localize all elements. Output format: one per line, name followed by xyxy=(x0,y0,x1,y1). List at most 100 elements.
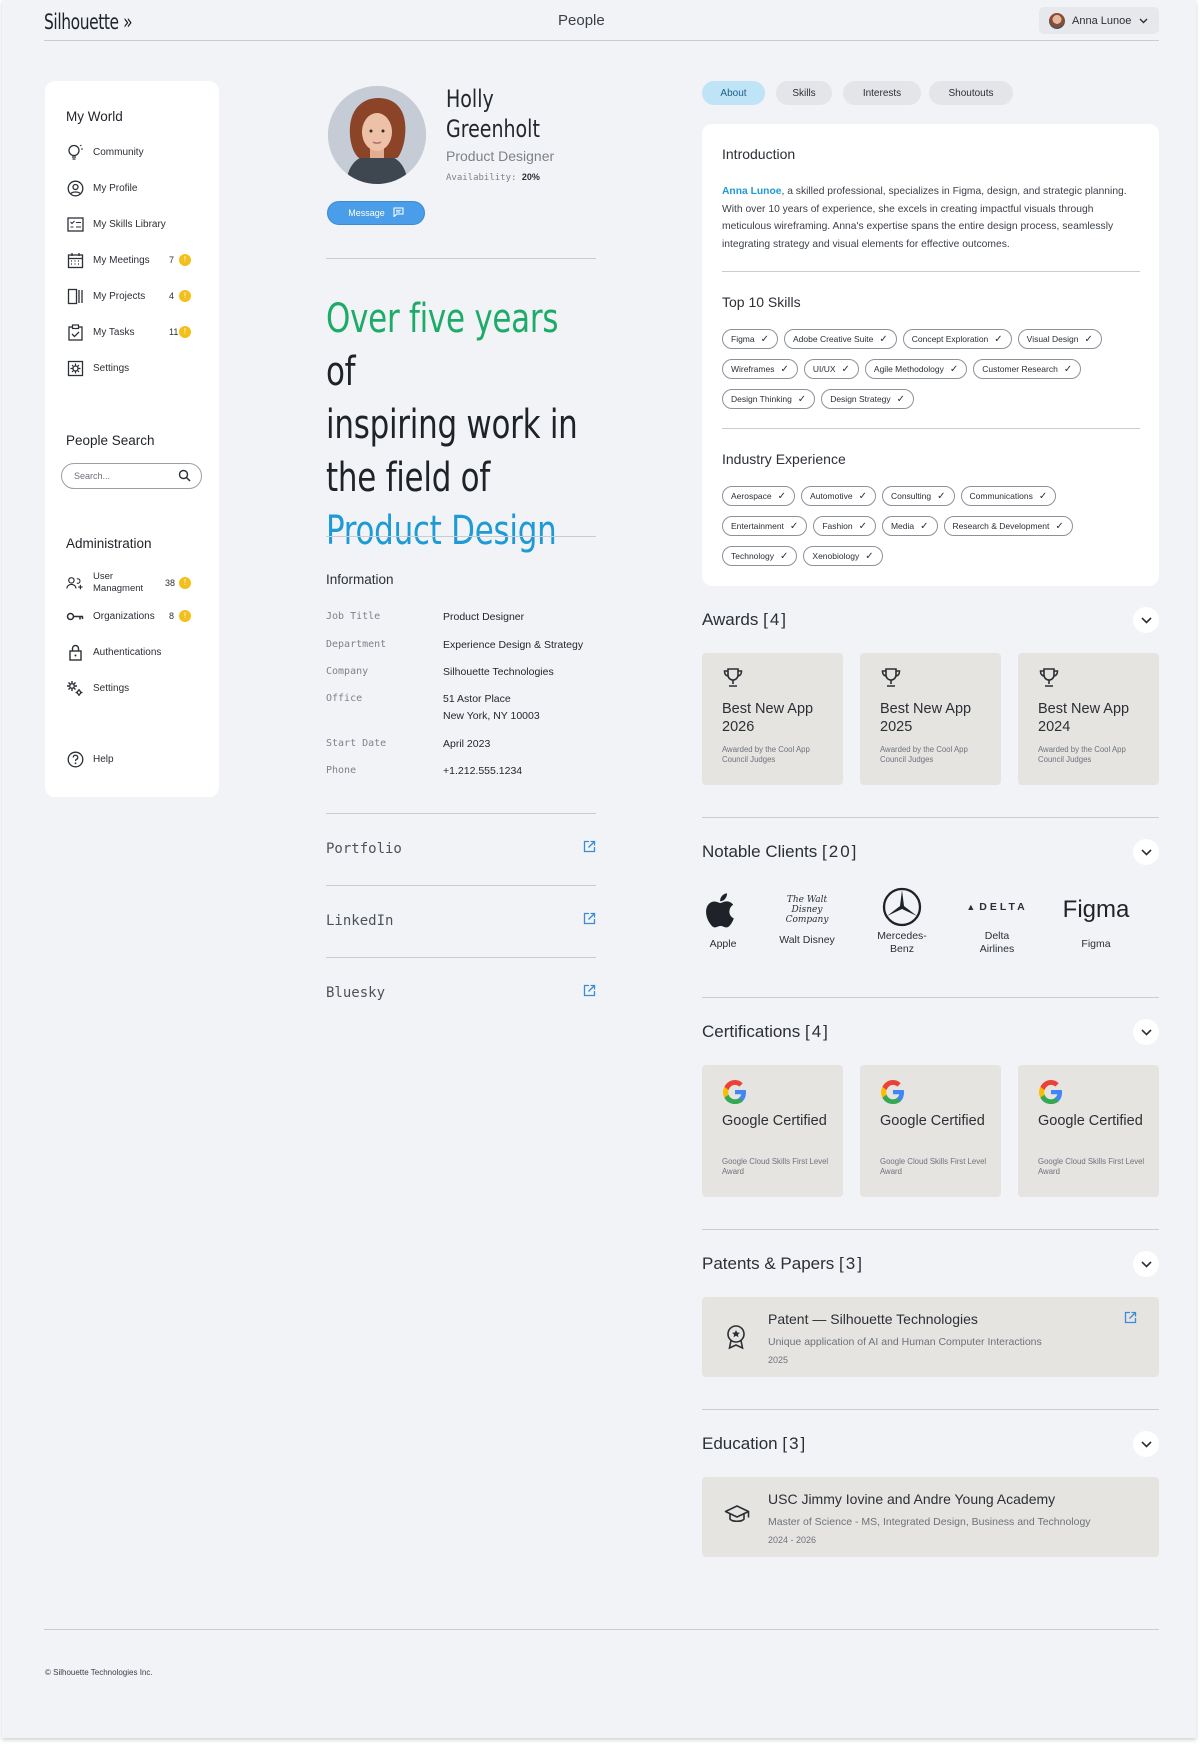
brand-logo[interactable]: Silhouette » xyxy=(44,10,133,34)
sidebar-item-label: My Projects xyxy=(93,290,146,302)
check-icon: ✓ xyxy=(858,490,867,502)
info-row-job-title: Job Title Product Designer xyxy=(326,611,596,626)
linkedin-link[interactable]: LinkedIn xyxy=(326,912,596,930)
external-link-icon[interactable] xyxy=(1124,1311,1137,1329)
sidebar-item-label: My Tasks xyxy=(93,326,135,338)
industry-tag[interactable]: Consulting ✓ xyxy=(881,486,955,506)
client-name: Figma xyxy=(1081,938,1111,950)
award-title: Best New App 2026 xyxy=(722,701,814,735)
skill-tag[interactable]: Agile Methodology ✓ xyxy=(864,359,968,379)
skill-tag[interactable]: Wireframes ✓ xyxy=(722,359,798,379)
industry-tag[interactable]: Communications ✓ xyxy=(960,486,1057,506)
tag-label: Automotive xyxy=(810,491,853,501)
message-button[interactable]: Message xyxy=(327,201,425,225)
industry-tag[interactable]: Media ✓ xyxy=(881,516,938,536)
client-mercedes-benz[interactable]: Mercedes- Benz xyxy=(862,886,942,956)
industry-tag[interactable]: Aerospace ✓ xyxy=(722,486,796,506)
section-count: [3] xyxy=(839,1254,864,1273)
sidebar-item-my-skills-library[interactable]: My Skills Library xyxy=(66,215,206,233)
education-years: 2024 - 2026 xyxy=(768,1535,817,1545)
certification-title: Google Certified xyxy=(722,1113,827,1129)
divider xyxy=(722,271,1140,272)
skill-tag[interactable]: Visual Design ✓ xyxy=(1017,329,1102,349)
chevron-down-icon xyxy=(1139,16,1148,26)
sidebar-item-authentications[interactable]: Authentications xyxy=(66,643,206,661)
client-name: Delta Airlines xyxy=(979,930,1015,955)
tag-label: Adobe Creative Suite xyxy=(793,334,874,344)
award-card[interactable]: Best New App 2026 Awarded by the Cool Ap… xyxy=(702,653,843,785)
external-link-icon[interactable] xyxy=(583,984,596,1002)
user-menu[interactable]: Anna Lunoe xyxy=(1039,7,1159,34)
tab-about[interactable]: About xyxy=(702,81,765,105)
people-search-input[interactable]: Search... xyxy=(61,463,202,489)
education-card[interactable]: USC Jimmy Iovine and Andre Young Academy… xyxy=(702,1477,1159,1557)
skill-tag[interactable]: UI/UX ✓ xyxy=(803,359,859,379)
divider xyxy=(702,1229,1159,1230)
client-apple[interactable]: Apple xyxy=(683,886,763,950)
link-label: Bluesky xyxy=(326,985,386,1001)
sidebar-item-label: Settings xyxy=(93,362,130,374)
award-title: Best New App 2024 xyxy=(1038,701,1130,735)
sidebar-item-label: Help xyxy=(93,753,114,765)
help-icon xyxy=(66,750,84,768)
skill-tag[interactable]: Design Strategy ✓ xyxy=(821,389,915,409)
sidebar-item-my-profile[interactable]: My Profile xyxy=(66,179,206,197)
page-title: People xyxy=(558,12,605,29)
clipboard-icon xyxy=(66,323,84,341)
education-collapse-button[interactable] xyxy=(1133,1431,1159,1457)
awards-collapse-button[interactable] xyxy=(1133,607,1159,633)
info-value: +1.212.555.1234 xyxy=(443,765,523,777)
bluesky-link[interactable]: Bluesky xyxy=(326,984,596,1002)
patent-card[interactable]: Patent — Silhouette Technologies Unique … xyxy=(702,1297,1159,1377)
client-walt-disney[interactable]: The Walt Disney Company Walt Disney xyxy=(767,886,847,946)
search-placeholder: Search... xyxy=(74,471,111,481)
patents-title: Patents & Papers [3] xyxy=(702,1254,864,1274)
certifications-collapse-button[interactable] xyxy=(1133,1019,1159,1045)
sidebar-item-admin-settings[interactable]: Settings xyxy=(66,679,206,697)
skill-tag[interactable]: Adobe Creative Suite ✓ xyxy=(784,329,897,349)
industry-tag[interactable]: Technology ✓ xyxy=(722,546,798,566)
search-icon[interactable] xyxy=(178,469,191,484)
info-key: Start Date xyxy=(326,738,387,749)
sidebar-item-settings[interactable]: Settings xyxy=(66,359,206,377)
sidebar-item-my-tasks[interactable]: My Tasks 11 ! xyxy=(66,323,206,341)
check-icon: ✓ xyxy=(777,490,787,502)
skill-tag[interactable]: Customer Research ✓ xyxy=(973,359,1082,379)
skill-tag[interactable]: Design Thinking ✓ xyxy=(722,389,816,409)
sidebar-item-my-meetings[interactable]: My Meetings 7 ! xyxy=(66,251,206,269)
client-delta-airlines[interactable]: ▲ DELTA Delta Airlines xyxy=(957,886,1037,956)
industry-tag[interactable]: Xenobiology ✓ xyxy=(803,546,883,566)
clients-collapse-button[interactable] xyxy=(1133,839,1159,865)
external-link-icon[interactable] xyxy=(583,840,596,858)
info-value: Silhouette Technologies xyxy=(443,666,554,678)
link-label: Portfolio xyxy=(326,841,402,857)
tab-skills[interactable]: Skills xyxy=(776,81,832,105)
sidebar-item-user-management[interactable]: User Managment 38 ! xyxy=(66,571,206,595)
section-title: Patents & Papers xyxy=(702,1254,835,1273)
award-card[interactable]: Best New App 2025 Awarded by the Cool Ap… xyxy=(860,653,1001,785)
portfolio-link[interactable]: Portfolio xyxy=(326,840,596,858)
sidebar-item-my-projects[interactable]: My Projects 4 ! xyxy=(66,287,206,305)
external-link-icon[interactable] xyxy=(583,912,596,930)
clients-title: Notable Clients [20] xyxy=(702,842,858,862)
tab-interests[interactable]: Interests xyxy=(843,81,921,105)
certification-card[interactable]: Google Certified Google Cloud Skills Fir… xyxy=(1018,1065,1159,1197)
sidebar-item-organizations[interactable]: Organizations 8 ! xyxy=(66,607,206,625)
client-figma[interactable]: Figma Figma xyxy=(1056,886,1136,950)
industry-tag[interactable]: Automotive ✓ xyxy=(801,486,876,506)
sidebar-item-help[interactable]: Help xyxy=(66,750,206,768)
sidebar-item-community[interactable]: Community xyxy=(66,143,206,161)
check-icon: ✓ xyxy=(896,393,906,405)
certification-card[interactable]: Google Certified Google Cloud Skills Fir… xyxy=(860,1065,1001,1197)
skill-tag[interactable]: Concept Exploration ✓ xyxy=(902,329,1012,349)
tab-shoutouts[interactable]: Shoutouts xyxy=(929,81,1013,105)
certification-card[interactable]: Google Certified Google Cloud Skills Fir… xyxy=(702,1065,843,1197)
patents-collapse-button[interactable] xyxy=(1133,1251,1159,1277)
skill-tag[interactable]: Figma ✓ xyxy=(722,329,779,349)
award-card[interactable]: Best New App 2024 Awarded by the Cool Ap… xyxy=(1018,653,1159,785)
intro-name-link[interactable]: Anna Lunoe xyxy=(722,186,782,197)
industry-tag[interactable]: Fashion ✓ xyxy=(813,516,876,536)
industry-tag[interactable]: Research & Development ✓ xyxy=(943,516,1073,536)
industry-tag[interactable]: Entertainment ✓ xyxy=(722,516,808,536)
availability-label: Availability: xyxy=(446,173,517,183)
